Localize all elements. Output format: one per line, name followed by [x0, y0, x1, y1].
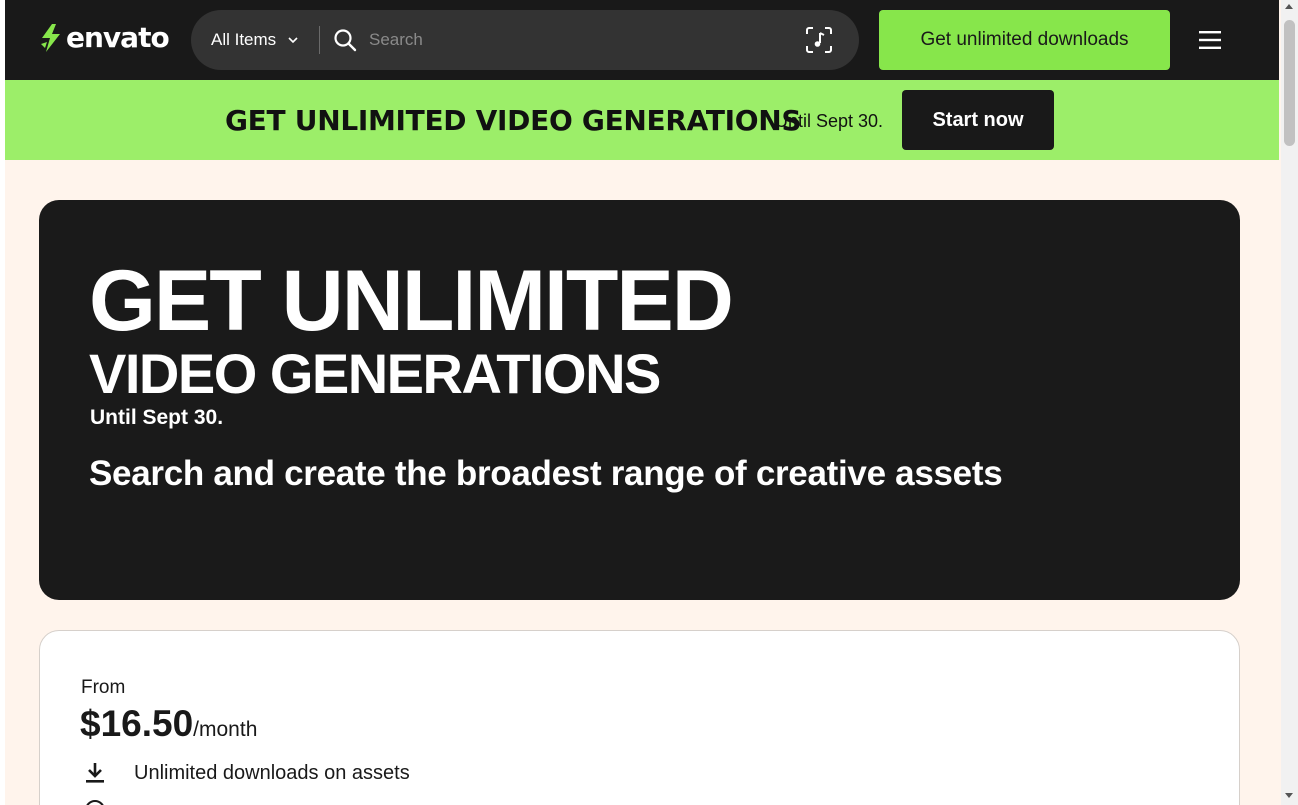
pricing-card: From $16.50/month Unlimited downloads on…: [39, 630, 1240, 805]
chevron-down-icon: [288, 37, 298, 44]
price-value: $16.50: [80, 703, 194, 744]
category-select-label: All Items: [211, 30, 277, 49]
start-now-button[interactable]: Start now: [902, 90, 1054, 150]
page: envato All Items Search Get unlimited do…: [5, 0, 1279, 805]
envato-leaf-icon: [41, 24, 60, 52]
search-input[interactable]: [369, 24, 789, 56]
vertical-scrollbar[interactable]: [1281, 0, 1298, 805]
feature-item: Unlimited downloads on assets: [84, 761, 410, 785]
promo-title: GET UNLIMITED VIDEO GENERATIONS: [225, 104, 802, 137]
hamburger-menu-icon[interactable]: [1198, 28, 1222, 52]
search-bar: All Items: [191, 10, 859, 70]
price-from-label: From: [81, 677, 126, 698]
hero-section: GET UNLIMITED VIDEO GENERATIONS Until Se…: [39, 200, 1240, 600]
search-divider: [319, 26, 320, 54]
scroll-up-arrow-icon[interactable]: [1285, 4, 1293, 9]
promo-banner: GET UNLIMITED VIDEO GENERATIONS Until Se…: [5, 80, 1279, 160]
hero-heading-line1: GET UNLIMITED: [89, 253, 734, 349]
info-circle-icon: [86, 800, 104, 805]
feature-text: Unlimited downloads on assets: [134, 761, 410, 784]
envato-logo[interactable]: envato: [38, 21, 170, 54]
scroll-down-arrow-icon[interactable]: [1285, 793, 1293, 798]
hero-heading-line2: VIDEO GENERATIONS: [89, 342, 661, 405]
get-unlimited-downloads-button[interactable]: Get unlimited downloads: [879, 10, 1170, 70]
music-search-icon[interactable]: [805, 26, 833, 54]
scroll-thumb[interactable]: [1284, 20, 1295, 146]
category-select[interactable]: All Items: [211, 10, 298, 70]
price-period: /month: [193, 718, 258, 741]
hero-date: Until Sept 30.: [90, 406, 224, 429]
price-amount: $16.50/month: [80, 703, 257, 745]
hero-subtitle: Search and create the broadest range of …: [89, 454, 1003, 493]
search-icon[interactable]: [333, 28, 357, 52]
promo-date: Until Sept 30.: [775, 111, 884, 131]
site-header: envato All Items Search Get unlimited do…: [5, 0, 1279, 80]
download-icon: [86, 763, 104, 783]
logo-text: envato: [66, 21, 170, 54]
